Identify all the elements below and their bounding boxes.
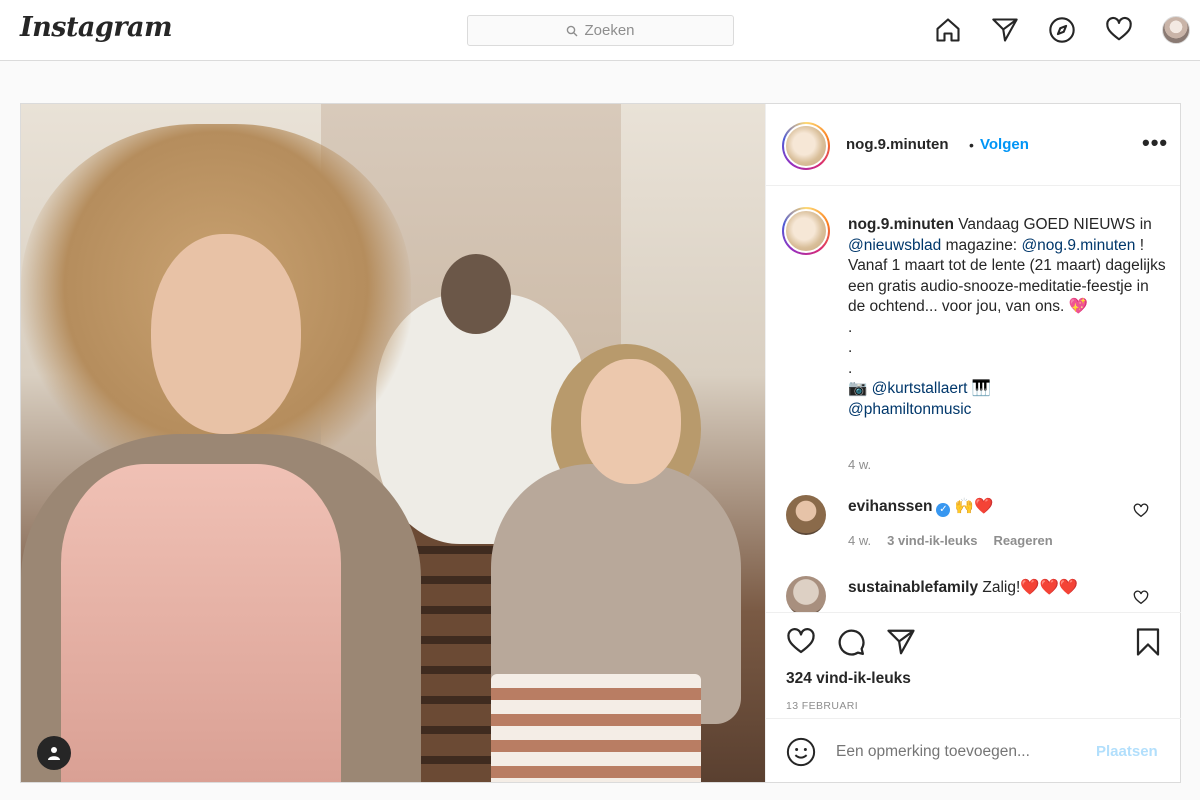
comment-text: sustainablefamily Zalig!❤️❤️❤️ <box>848 578 1078 597</box>
commenter-avatar[interactable] <box>786 576 826 612</box>
comments-section[interactable]: nog.9.minuten Vandaag GOED NIEUWS in @ni… <box>766 187 1181 612</box>
search-box[interactable]: Zoeken <box>467 15 734 46</box>
comment-body: Zalig!❤️❤️❤️ <box>982 579 1079 596</box>
search-placeholder: Zoeken <box>584 22 635 39</box>
comment-bubble-icon[interactable] <box>836 627 866 657</box>
author-avatar[interactable] <box>782 122 830 170</box>
tagged-users-button[interactable] <box>37 736 71 770</box>
likes-count[interactable]: 324 vind-ik-leuks <box>786 670 911 688</box>
home-icon[interactable] <box>933 15 963 45</box>
comment-input[interactable] <box>836 743 1086 761</box>
mention-link[interactable]: @kurtstallaert <box>872 380 968 397</box>
post-header: nog.9.minuten • Volgen ••• <box>766 104 1180 186</box>
like-heart-icon[interactable] <box>786 627 816 657</box>
save-bookmark-icon[interactable] <box>1133 627 1163 657</box>
direct-icon[interactable] <box>990 15 1020 45</box>
caption-text: nog.9.minuten Vandaag GOED NIEUWS in @ni… <box>848 215 1168 420</box>
activity-heart-icon[interactable] <box>1104 15 1134 45</box>
comment-like-heart-icon[interactable] <box>1133 503 1149 519</box>
post-card: nog.9.minuten • Volgen ••• nog.9.minuten… <box>20 103 1181 783</box>
caption-dot: . <box>848 339 853 356</box>
mention-link[interactable]: @nog.9.minuten <box>1021 237 1135 254</box>
more-options-button[interactable]: ••• <box>1142 130 1168 156</box>
commenter-avatar[interactable] <box>786 495 826 535</box>
mention-link[interactable]: @nieuwsblad <box>848 237 941 254</box>
share-direct-icon[interactable] <box>886 627 916 657</box>
commenter-username[interactable]: evihanssen <box>848 498 932 515</box>
comment-timestamp[interactable]: 4 w. <box>848 533 871 548</box>
follow-separator: • <box>969 137 974 153</box>
profile-avatar[interactable] <box>1161 15 1191 45</box>
emoji-smiley-icon[interactable] <box>786 737 816 767</box>
comment-like-heart-icon[interactable] <box>1133 590 1149 606</box>
caption-dot: . <box>848 359 853 377</box>
comment-text: evihanssen ✓ 🙌❤️ <box>848 497 993 517</box>
caption-part: Vandaag GOED NIEUWS in <box>953 216 1152 233</box>
caption-part: magazine: <box>941 236 1022 254</box>
caption-timestamp[interactable]: 4 w. <box>848 457 871 472</box>
photo-woman-left-face <box>151 234 301 434</box>
caption-username[interactable]: nog.9.minuten <box>848 216 954 233</box>
caption-dot: . <box>848 318 853 336</box>
sparkling-heart-emoji: 💖 <box>1068 298 1088 315</box>
nav-icons <box>933 15 1191 45</box>
post-photo[interactable] <box>21 104 765 782</box>
author-username[interactable]: nog.9.minuten <box>846 136 949 153</box>
camera-emoji: 📷 <box>848 380 868 397</box>
mention-link[interactable]: @phamiltonmusic <box>848 401 971 418</box>
caption-avatar[interactable] <box>782 207 830 255</box>
post-comment-button[interactable]: Plaatsen <box>1096 743 1158 760</box>
search-icon <box>567 25 578 36</box>
comment-body: 🙌❤️ <box>954 498 994 515</box>
post-sidebar: nog.9.minuten • Volgen ••• nog.9.minuten… <box>765 104 1181 782</box>
photo-woman-background-head <box>441 254 511 334</box>
post-date[interactable]: 13 FEBRUARI <box>786 700 858 712</box>
photo-woman-left-dress <box>61 464 341 782</box>
top-navigation-bar: Instagram Zoeken <box>0 0 1200 61</box>
explore-icon[interactable] <box>1047 15 1077 45</box>
comment-likes[interactable]: 3 vind-ik-leuks <box>887 533 977 548</box>
commenter-username[interactable]: sustainablefamily <box>848 579 978 596</box>
photo-woman-right-face <box>581 359 681 484</box>
follow-button[interactable]: Volgen <box>980 136 1029 153</box>
add-comment-bar: Plaatsen <box>766 718 1181 782</box>
comment-meta: 4 w. 3 vind-ik-leuks Reageren <box>848 533 1053 548</box>
piano-emoji: 🎹 <box>971 380 992 397</box>
photo-striped-skirt <box>491 674 701 782</box>
verified-badge-icon: ✓ <box>936 503 951 517</box>
avatar <box>1162 16 1190 44</box>
user-icon <box>48 747 60 760</box>
post-actions: 324 vind-ik-leuks 13 FEBRUARI <box>766 612 1181 724</box>
reply-button[interactable]: Reageren <box>993 533 1052 548</box>
instagram-logo[interactable]: Instagram <box>20 12 173 43</box>
